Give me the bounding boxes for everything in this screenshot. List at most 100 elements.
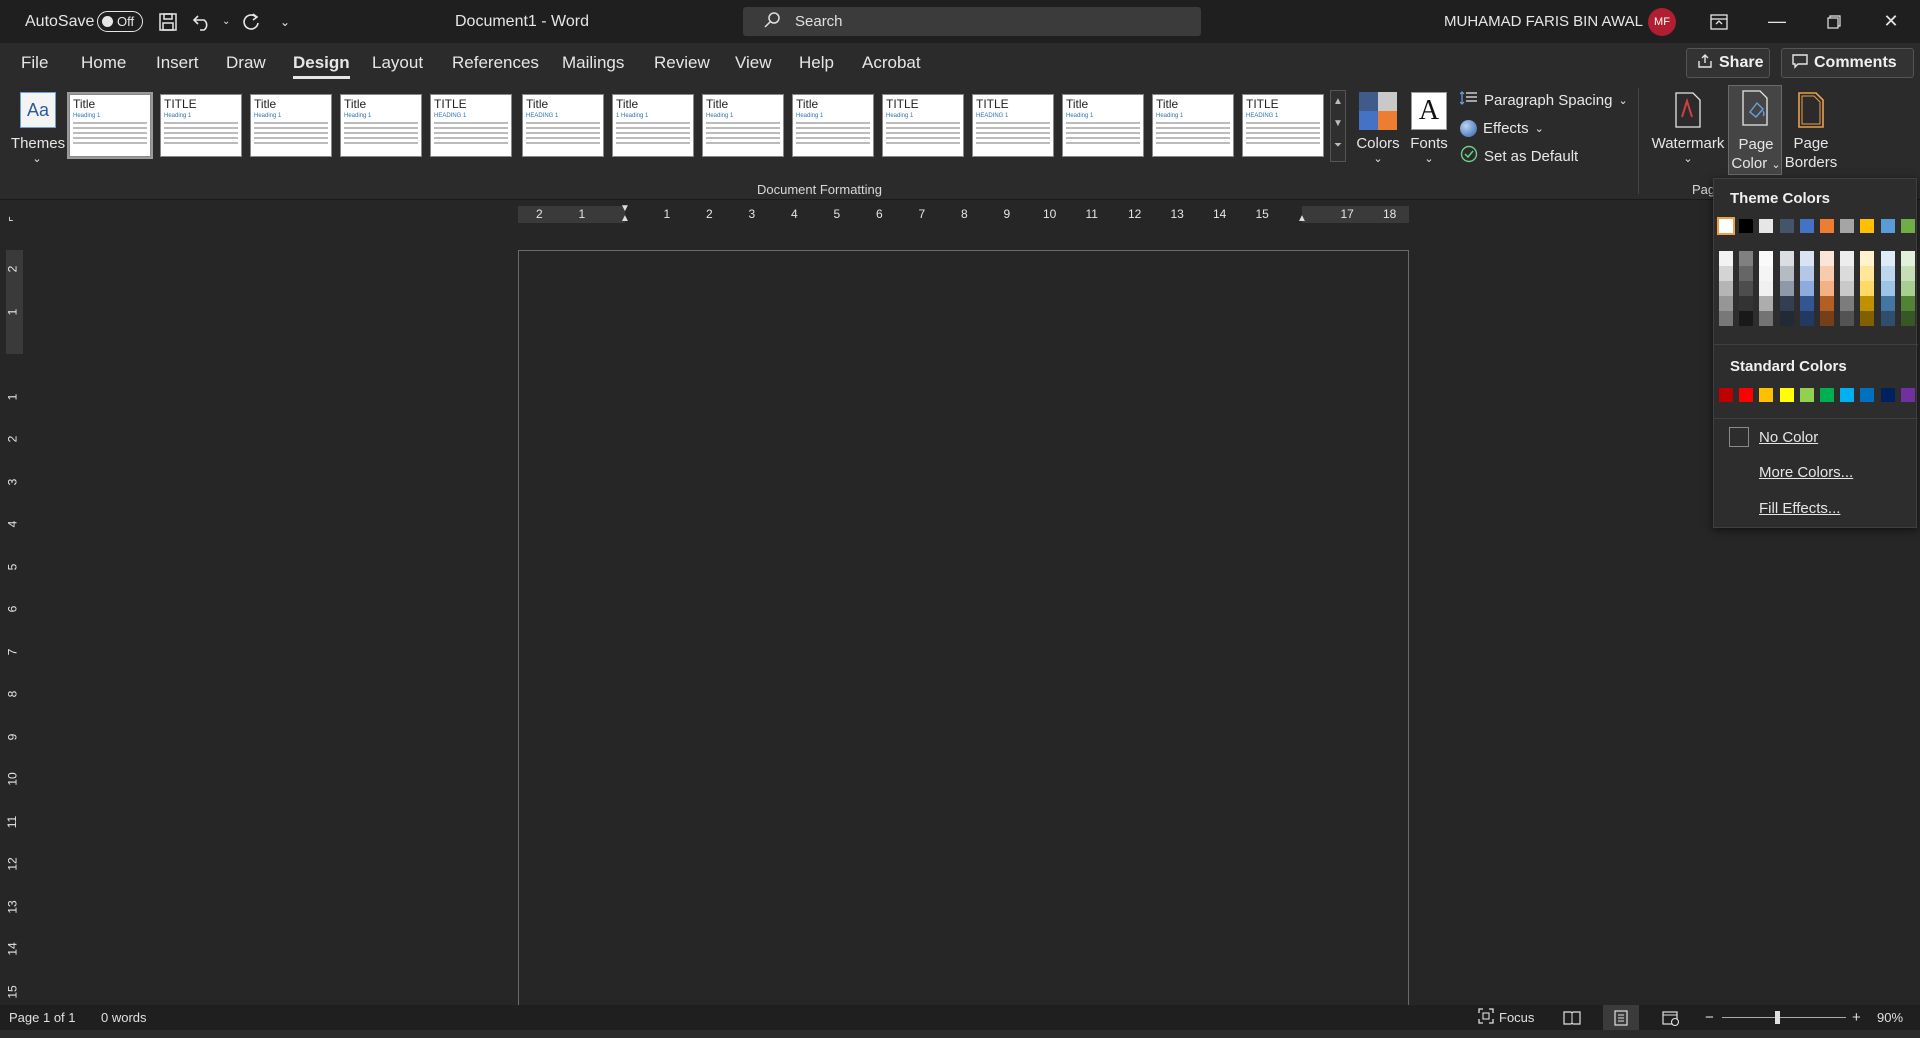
style-set-thumbnail[interactable]: Title Heading 1	[702, 94, 784, 157]
avatar[interactable]: MF	[1648, 0, 1676, 43]
style-set-thumbnail[interactable]: Title Heading 1	[1062, 94, 1144, 157]
no-color-option[interactable]: No Color	[1759, 429, 1818, 446]
standard-color-swatch[interactable]	[1880, 388, 1895, 402]
style-set-thumbnail[interactable]: TITLE HEADING 1	[972, 94, 1054, 157]
theme-color-shade-swatch[interactable]	[1900, 281, 1915, 296]
document-page[interactable]	[518, 250, 1409, 1010]
theme-color-shade-swatch[interactable]	[1880, 251, 1895, 266]
tab-file[interactable]: File	[21, 43, 48, 82]
ribbon-display-options-icon[interactable]	[1690, 0, 1748, 43]
save-icon[interactable]	[158, 0, 178, 43]
right-indent-marker[interactable]: ▲	[1297, 213, 1307, 224]
theme-color-shade-swatch[interactable]	[1779, 281, 1794, 296]
style-set-thumbnail[interactable]: Title Heading 1	[67, 92, 153, 159]
page-color-button[interactable]: Page Color ⌄	[1728, 85, 1782, 175]
more-colors-option[interactable]: More Colors...	[1759, 464, 1853, 481]
style-set-thumbnail[interactable]: TITLE HEADING 1	[430, 94, 512, 157]
tab-help[interactable]: Help	[799, 43, 834, 82]
gallery-up-icon[interactable]: ▲	[1331, 91, 1345, 113]
theme-color-shade-swatch[interactable]	[1719, 281, 1733, 296]
gallery-scroll[interactable]: ▲ ▼ ⏷	[1330, 90, 1346, 162]
theme-color-shade-swatch[interactable]	[1739, 311, 1754, 326]
style-set-thumbnail[interactable]: TITLE Heading 1	[160, 94, 242, 157]
theme-color-shade-swatch[interactable]	[1799, 296, 1814, 311]
tab-review[interactable]: Review	[654, 43, 710, 82]
theme-color-shade-swatch[interactable]	[1820, 281, 1834, 296]
theme-color-swatch[interactable]	[1840, 219, 1855, 233]
theme-color-swatch[interactable]	[1860, 219, 1875, 233]
theme-color-shade-swatch[interactable]	[1840, 296, 1855, 311]
page-borders-button[interactable]: Page Borders	[1785, 88, 1837, 171]
undo-icon[interactable]	[192, 0, 214, 43]
theme-color-shade-swatch[interactable]	[1820, 266, 1834, 281]
tab-acrobat[interactable]: Acrobat	[862, 43, 921, 82]
theme-color-shade-swatch[interactable]	[1779, 251, 1794, 266]
gallery-more-icon[interactable]: ⏷	[1331, 135, 1345, 157]
comments-button[interactable]: Comments	[1781, 48, 1914, 78]
zoom-slider-thumb[interactable]	[1775, 1011, 1780, 1024]
theme-color-shade-swatch[interactable]	[1820, 296, 1834, 311]
theme-color-swatch[interactable]	[1900, 219, 1915, 233]
print-layout-icon[interactable]	[1603, 1005, 1639, 1030]
theme-color-shade-swatch[interactable]	[1860, 251, 1875, 266]
undo-dropdown-chevron-icon[interactable]: ⌄	[222, 0, 230, 43]
standard-color-swatch[interactable]	[1719, 388, 1733, 402]
tab-view[interactable]: View	[735, 43, 772, 82]
theme-color-shade-swatch[interactable]	[1799, 311, 1814, 326]
theme-color-swatch[interactable]	[1880, 219, 1895, 233]
theme-color-shade-swatch[interactable]	[1719, 311, 1733, 326]
left-indent-marker[interactable]: ▲	[620, 213, 630, 224]
theme-color-shade-swatch[interactable]	[1880, 266, 1895, 281]
theme-color-shade-swatch[interactable]	[1900, 251, 1915, 266]
fonts-button[interactable]: A Fonts ⌄	[1408, 88, 1450, 165]
customize-toolbar-icon[interactable]: ⌄	[280, 0, 290, 43]
theme-color-shade-swatch[interactable]	[1820, 251, 1834, 266]
theme-color-shade-swatch[interactable]	[1759, 311, 1774, 326]
tab-selector-icon[interactable]: ⌞	[8, 209, 14, 223]
redo-icon[interactable]	[240, 0, 262, 43]
theme-color-shade-swatch[interactable]	[1880, 281, 1895, 296]
theme-color-shade-swatch[interactable]	[1880, 296, 1895, 311]
theme-color-shade-swatch[interactable]	[1779, 266, 1794, 281]
style-set-thumbnail[interactable]: TITLE HEADING 1	[1242, 94, 1324, 157]
theme-color-shade-swatch[interactable]	[1840, 266, 1855, 281]
share-button[interactable]: Share	[1686, 48, 1770, 78]
theme-color-shade-swatch[interactable]	[1900, 311, 1915, 326]
theme-color-shade-swatch[interactable]	[1900, 266, 1915, 281]
theme-color-swatch[interactable]	[1799, 219, 1814, 233]
zoom-out-icon[interactable]: −	[1705, 1005, 1714, 1030]
standard-color-swatch[interactable]	[1779, 388, 1794, 402]
standard-color-swatch[interactable]	[1799, 388, 1814, 402]
theme-color-shade-swatch[interactable]	[1880, 311, 1895, 326]
standard-color-swatch[interactable]	[1840, 388, 1855, 402]
theme-color-shade-swatch[interactable]	[1779, 311, 1794, 326]
theme-color-shade-swatch[interactable]	[1739, 296, 1754, 311]
theme-color-swatch[interactable]	[1717, 217, 1735, 235]
focus-button[interactable]: Focus	[1478, 1005, 1534, 1030]
theme-color-shade-swatch[interactable]	[1820, 311, 1834, 326]
style-set-thumbnail[interactable]: Title Heading 1	[340, 94, 422, 157]
theme-color-swatch[interactable]	[1759, 219, 1774, 233]
theme-color-shade-swatch[interactable]	[1840, 251, 1855, 266]
standard-color-swatch[interactable]	[1860, 388, 1875, 402]
gallery-down-icon[interactable]: ▼	[1331, 113, 1345, 135]
theme-color-shade-swatch[interactable]	[1799, 251, 1814, 266]
standard-color-swatch[interactable]	[1739, 388, 1754, 402]
zoom-level[interactable]: 90%	[1877, 1005, 1903, 1030]
theme-color-shade-swatch[interactable]	[1739, 281, 1754, 296]
theme-color-shade-swatch[interactable]	[1719, 296, 1733, 311]
tab-mailings[interactable]: Mailings	[562, 43, 624, 82]
theme-color-shade-swatch[interactable]	[1900, 296, 1915, 311]
style-set-thumbnail[interactable]: TITLE Heading 1	[882, 94, 964, 157]
themes-button[interactable]: Aa Themes ⌄	[11, 88, 65, 165]
web-layout-icon[interactable]	[1662, 1005, 1680, 1030]
read-mode-icon[interactable]	[1563, 1005, 1581, 1030]
effects-button[interactable]: Effects ⌄	[1460, 116, 1580, 140]
theme-color-shade-swatch[interactable]	[1860, 266, 1875, 281]
theme-color-shade-swatch[interactable]	[1739, 251, 1754, 266]
standard-color-swatch[interactable]	[1759, 388, 1774, 402]
style-set-thumbnail[interactable]: Title HEADING 1	[522, 94, 604, 157]
watermark-button[interactable]: Watermark ⌄	[1651, 88, 1725, 168]
theme-color-shade-swatch[interactable]	[1759, 251, 1774, 266]
theme-color-shade-swatch[interactable]	[1739, 266, 1754, 281]
